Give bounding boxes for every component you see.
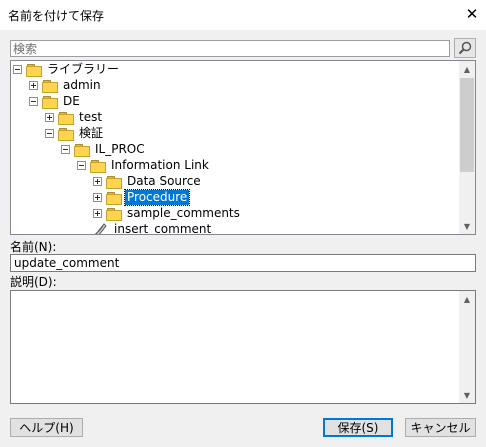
folder-icon [58,127,74,141]
expand-icon[interactable] [45,112,54,122]
description-field[interactable]: ▲ ▼ [10,290,476,404]
save-button[interactable]: 保存(S) [323,418,393,437]
tree-node-label: Procedure [123,188,191,206]
folder-icon [42,95,58,109]
procedure-icon [94,223,107,234]
scroll-down-arrow-icon[interactable]: ▼ [459,219,475,233]
collapse-icon[interactable] [61,144,70,154]
tree-node-label: insert_comment [114,221,212,235]
collapse-icon[interactable] [13,64,22,74]
tree-node[interactable]: Information Link [77,157,211,173]
tree-node-label: sample_comments [127,205,240,220]
close-icon: ✕ [465,5,479,23]
description-label: 説明(D): [10,275,57,289]
tree-scrollbar[interactable]: ▲ ▼ [459,61,475,234]
tree-node-label: 検証 [79,125,104,140]
description-scrollbar[interactable]: ▲ ▼ [459,291,475,403]
expand-icon[interactable] [29,80,38,90]
tree-node[interactable]: 検証 [45,125,105,141]
folder-icon [58,111,74,125]
collapse-icon[interactable] [29,96,38,106]
folder-icon [106,191,122,205]
title-bar: 名前を付けて保存 ✕ [0,0,486,30]
scroll-thumb[interactable] [460,78,474,172]
collapse-icon[interactable] [45,128,54,138]
search-input[interactable] [10,40,450,57]
folder-icon [90,159,106,173]
search-icon [458,41,472,55]
search-button[interactable] [454,38,476,58]
folder-icon [42,79,58,93]
tree-node[interactable]: test [45,109,104,125]
help-button[interactable]: ヘルプ(H) [10,418,83,437]
library-tree[interactable]: ライブラリー admin DE test 検証 IL_PROC Information Li… [10,60,476,235]
folder-icon [106,207,122,221]
cancel-button[interactable]: キャンセル [405,418,476,437]
tree-node[interactable]: Data Source [93,173,203,189]
tree-node-label: test [79,109,103,124]
tree-node-label: admin [63,77,101,92]
expand-icon[interactable] [93,208,102,218]
tree-node[interactable]: DE [29,93,82,109]
scroll-up-arrow-icon[interactable]: ▲ [459,62,475,76]
name-field[interactable] [10,254,476,272]
expand-icon[interactable] [93,176,102,186]
close-button[interactable]: ✕ [461,3,483,25]
scroll-down-arrow-icon[interactable]: ▼ [459,388,475,402]
collapse-icon[interactable] [77,160,86,170]
tree-node[interactable]: IL_PROC [61,141,147,157]
scroll-up-arrow-icon[interactable]: ▲ [459,292,475,306]
tree-node-label: IL_PROC [95,141,145,156]
folder-icon [106,175,122,189]
tree-node-label: DE [63,93,80,108]
tree-node[interactable]: Procedure [93,188,191,206]
name-label: 名前(N): [10,240,57,254]
tree-node-label: Data Source [127,173,201,188]
tree-node-label: Information Link [111,157,209,172]
expand-icon[interactable] [93,192,102,202]
tree-node[interactable]: insert_comment [93,221,213,235]
tree-node[interactable]: sample_comments [93,205,242,221]
folder-icon [74,143,90,157]
tree-node[interactable]: ライブラリー [13,61,121,77]
window-title: 名前を付けて保存 [8,9,105,23]
tree-node-label: ライブラリー [47,61,120,76]
tree-node[interactable]: admin [29,77,103,93]
folder-icon [26,63,42,77]
